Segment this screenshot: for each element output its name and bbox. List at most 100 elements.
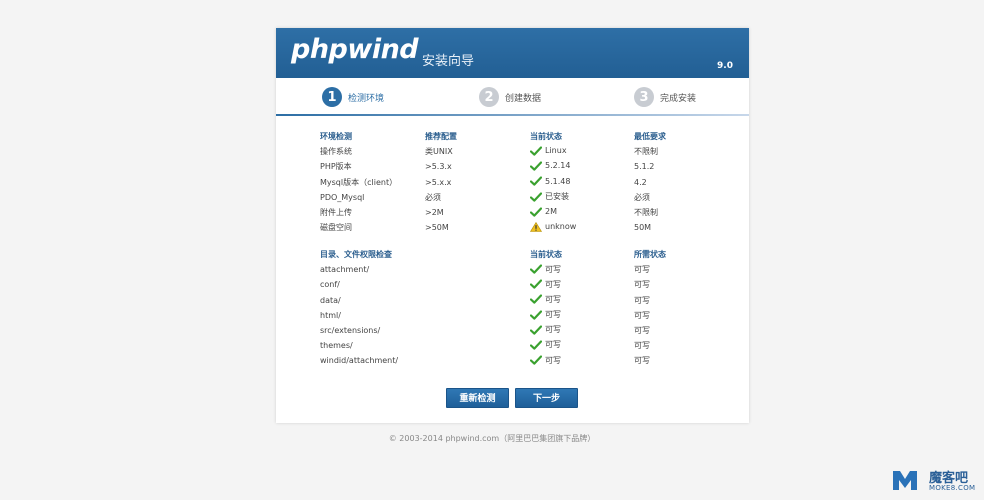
moke8-logo-icon [893,471,917,490]
directory-permission-table: 目录、文件权限检查 当前状态 所需状态 attachment/可写 可写 conf/… [320,247,720,369]
environment-check-table: 环境检测 推荐配置 当前状态 最低要求 操作系统 类UNIX Linux 不限制 PHP… [320,129,720,235]
check-icon [530,191,542,202]
table-row: themes/可写 可写 [320,338,720,353]
dir-empty-cell [425,293,530,308]
dir-empty-cell [425,308,530,323]
moke8-watermark: 魔客吧 MOKE8.COM [892,467,976,493]
dir-status-text: 可写 [545,264,561,274]
table-row: attachment/可写 可写 [320,262,720,277]
env-status-text: 5.1.48 [545,176,571,186]
dir-required: 可写 [634,310,650,320]
env-status: 5.1.48 [530,175,634,190]
copyright-footer: © 2003-2014 phpwind.com（阿里巴巴集团旗下品牌） [388,434,596,443]
check-icon [530,279,542,289]
dir-empty-cell [425,277,530,292]
env-item-name: Mysql版本（client） [320,177,398,187]
env-status-text: 2M [545,207,557,217]
env-recommended: >50M [425,223,449,233]
table-row: conf/可写 可写 [320,277,720,292]
installer-title: 安装向导 [422,54,475,69]
column-header: 目录、文件权限检查 [320,250,392,260]
env-status: unknow [530,220,634,235]
step-1-number: 1 [322,87,342,107]
dir-status: 可写 [530,277,634,292]
dir-required: 可写 [634,326,650,336]
env-minimum: 5.1.2 [634,162,655,172]
next-step-button[interactable]: 下一步 [515,388,578,408]
dir-required: 可写 [634,341,650,351]
step-1-label: 检测环境 [348,93,385,104]
dir-required: 可写 [634,265,650,275]
dir-status-text: 可写 [545,355,561,365]
dir-empty-cell [425,323,530,338]
check-icon [530,355,542,365]
env-recommended: >5.x.x [425,177,452,187]
installer-panel: phpwind 安装向导 9.0 1 检测环境 2 创建数据 3 完成安装 环境… [276,28,749,423]
table-row: 附件上传 >2M 2M 不限制 [320,205,720,220]
dir-required: 可写 [634,295,650,305]
dir-status: 可写 [530,353,634,368]
env-status: 5.2.14 [530,159,634,174]
env-item-name: PHP版本 [320,162,352,172]
dir-path: data/ [320,295,341,305]
dir-status-text: 可写 [545,310,561,320]
env-minimum: 不限制 [634,147,658,157]
env-minimum: 必须 [634,192,650,202]
step-2-label: 创建数据 [505,93,542,104]
dir-path: attachment/ [320,265,370,275]
table-row: src/extensions/可写 可写 [320,323,720,338]
column-header: 当前状态 [530,250,562,260]
column-header: 推荐配置 [425,132,457,142]
table-header-row: 环境检测 推荐配置 当前状态 最低要求 [320,129,720,144]
step-2: 2 创建数据 [479,87,541,107]
column-header: 所需状态 [634,250,666,260]
dir-status: 可写 [530,338,634,353]
check-icon [530,294,542,305]
version-label: 9.0 [717,61,733,71]
dir-path: src/extensions/ [320,326,381,336]
env-status-text: 已安装 [545,192,569,202]
column-header [425,247,530,262]
dir-status: 可写 [530,293,634,308]
dir-required: 可写 [634,356,650,366]
step-3-number: 3 [634,87,654,107]
column-header: 当前状态 [530,132,562,142]
check-icon [530,309,542,320]
dir-status-text: 可写 [545,340,561,350]
check-icon [530,176,542,186]
warning-icon [530,221,542,232]
env-minimum: 不限制 [634,208,658,218]
check-icon [530,340,542,350]
dir-status: 可写 [530,262,634,277]
env-item-name: 磁盘空间 [320,223,352,233]
env-status: 已安装 [530,190,634,205]
dir-path: themes/ [320,341,353,351]
phpwind-logo: phpwind [291,34,419,65]
table-row: 磁盘空间 >50M unknow 50M [320,220,720,235]
dir-status-text: 可写 [545,279,561,289]
env-status: 2M [530,205,634,220]
check-icon [530,146,542,156]
dir-status-text: 可写 [545,294,561,304]
step-1: 1 检测环境 [322,87,384,107]
env-recommended: 必须 [425,192,441,202]
env-recommended: >2M [425,208,444,218]
watermark-domain: MOKE8.COM [929,484,976,492]
env-status-text: unknow [545,222,577,232]
table-row: PHP版本 >5.3.x 5.2.14 5.1.2 [320,159,720,174]
column-header: 最低要求 [634,132,666,142]
env-status: Linux [530,144,634,159]
step-2-number: 2 [479,87,499,107]
step-indicator: 1 检测环境 2 创建数据 3 完成安装 [276,78,749,114]
env-item-name: PDO_Mysql [320,192,365,202]
table-row: html/可写 可写 [320,308,720,323]
check-icon [530,264,542,274]
dir-empty-cell [425,353,530,368]
env-status-text: Linux [545,146,567,156]
recheck-button[interactable]: 重新检测 [446,388,509,408]
table-header-row: 目录、文件权限检查 当前状态 所需状态 [320,247,720,262]
dir-status: 可写 [530,323,634,338]
dir-path: windid/attachment/ [320,356,399,366]
table-row: 操作系统 类UNIX Linux 不限制 [320,144,720,159]
step-3: 3 完成安装 [634,87,696,107]
